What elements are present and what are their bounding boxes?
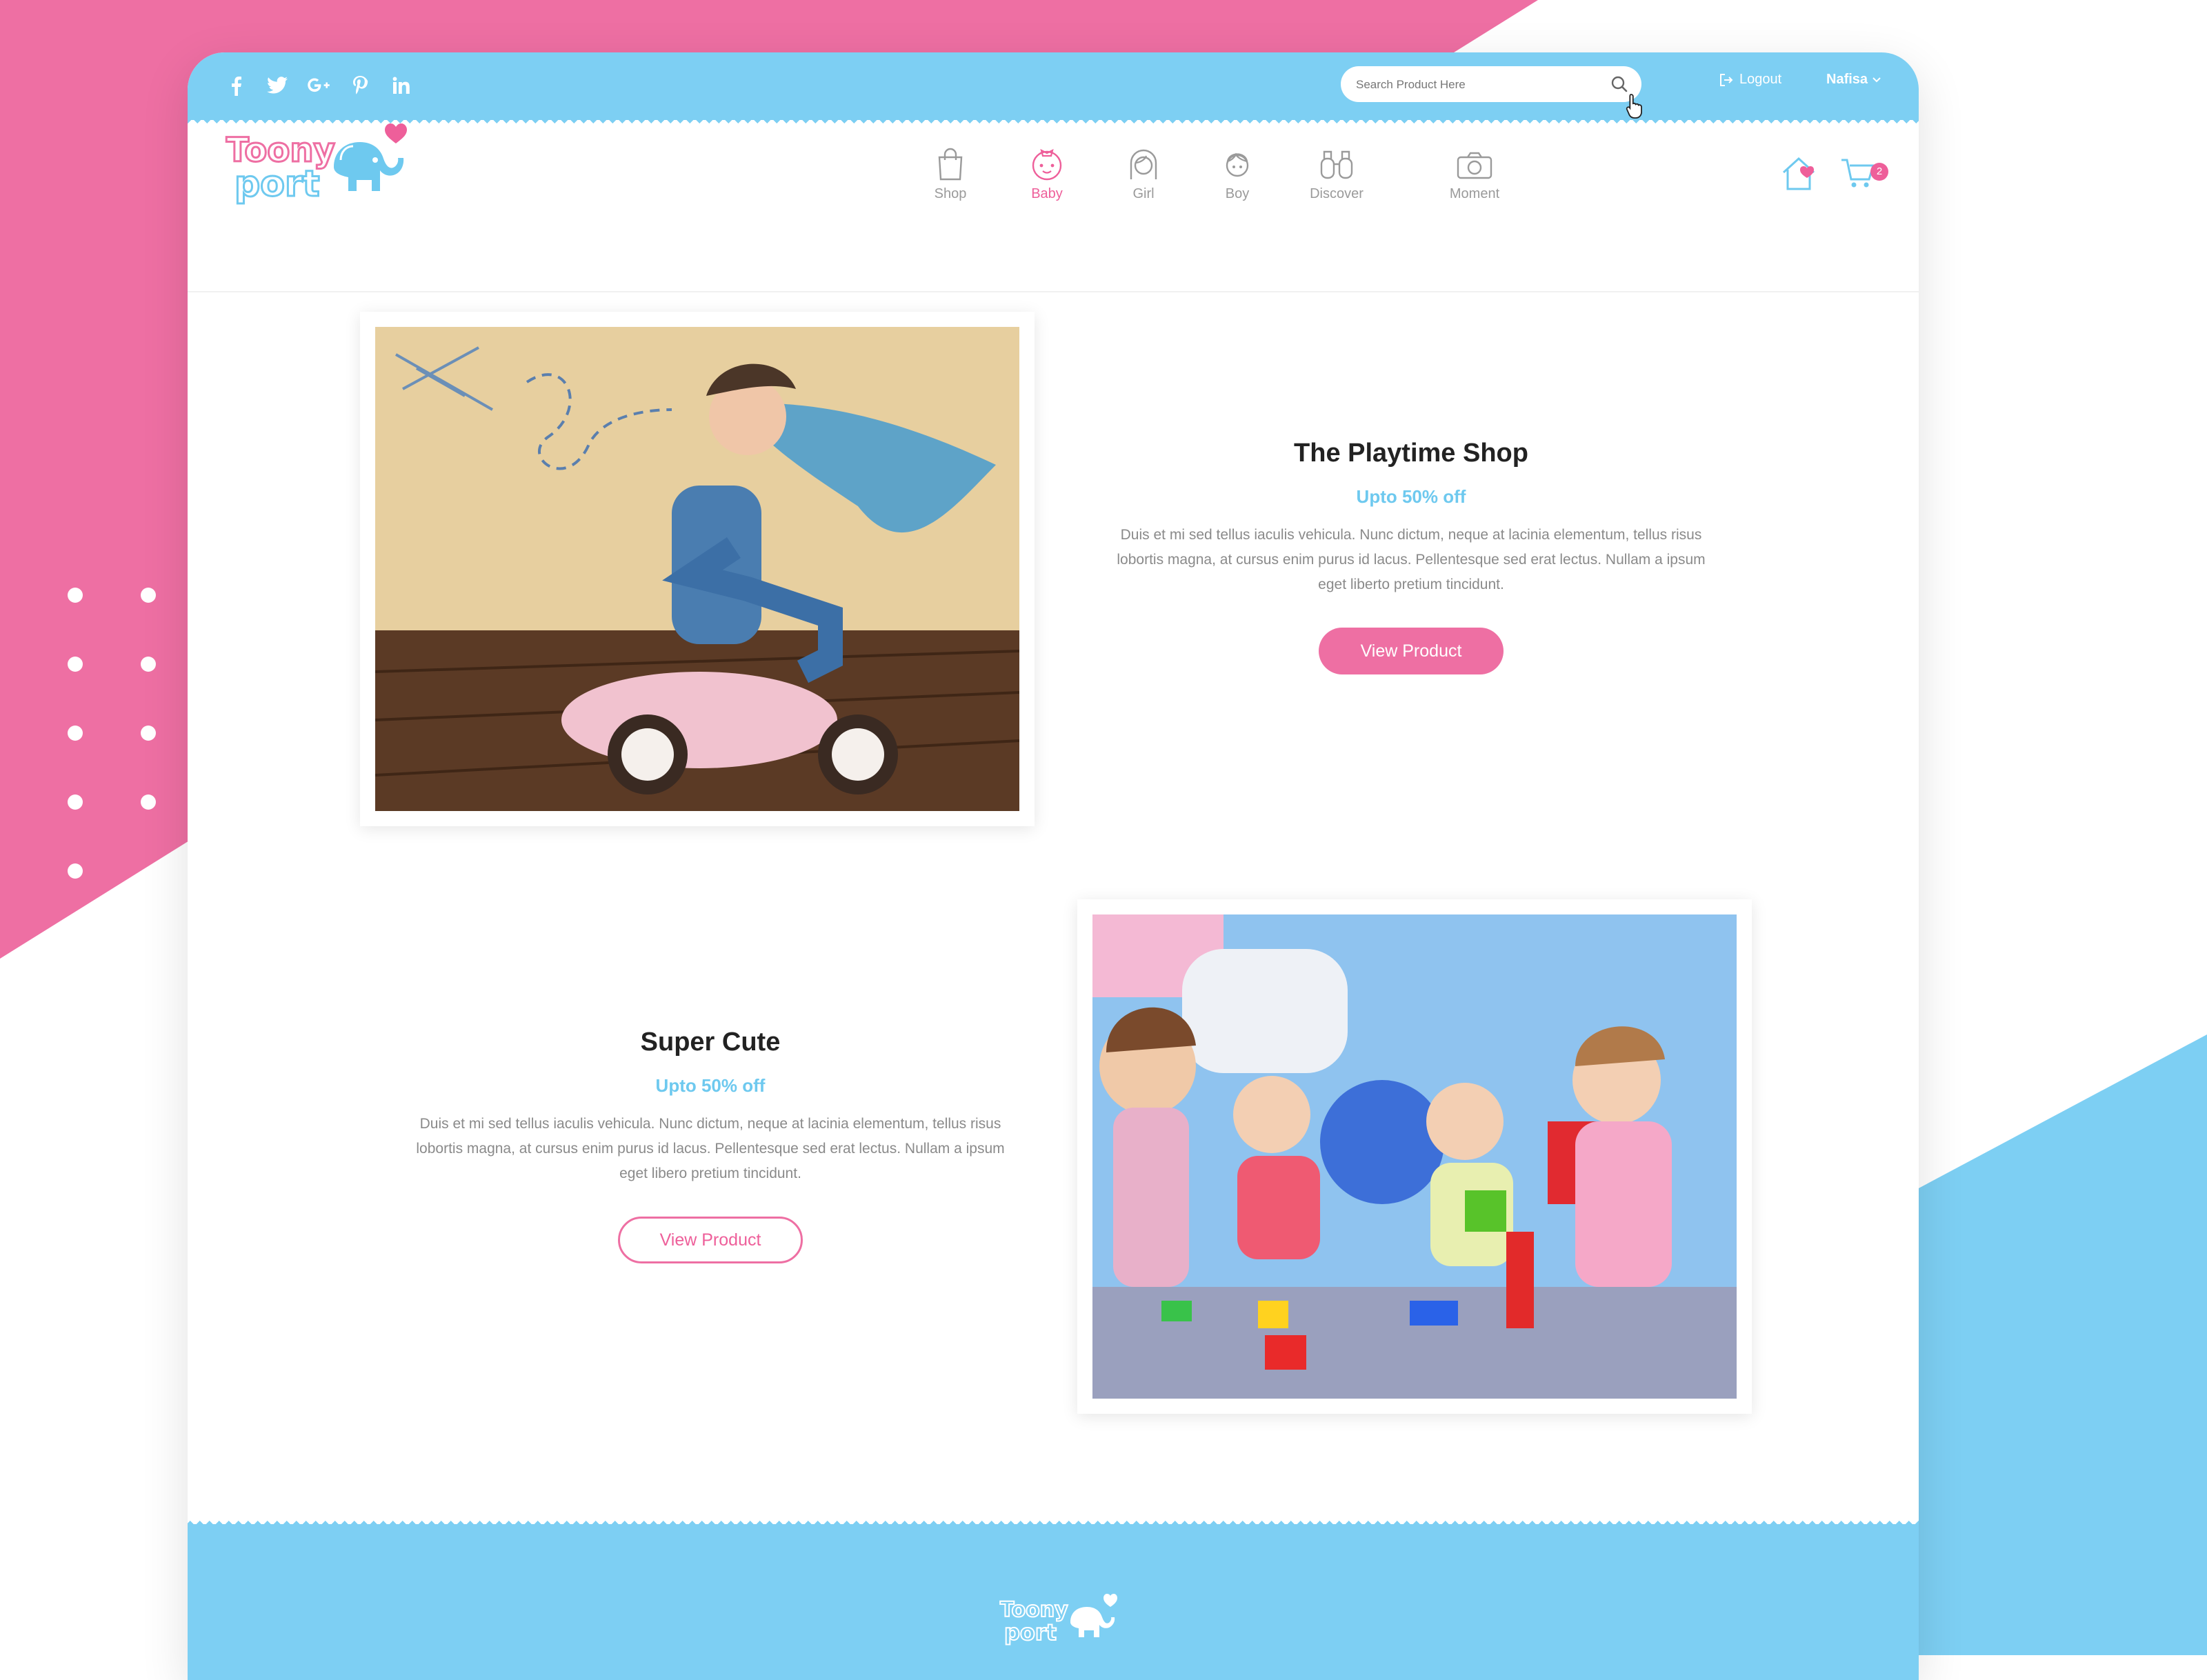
nav-label-discover: Discover bbox=[1310, 186, 1364, 201]
promo-playtime: The Playtime Shop Upto 50% off Duis et m… bbox=[1108, 439, 1715, 674]
promo-super-cute: Super Cute Upto 50% off Duis et mi sed t… bbox=[407, 1028, 1014, 1263]
elephant-icon bbox=[334, 142, 404, 191]
shopping-bag-icon bbox=[938, 148, 963, 181]
logout-label: Logout bbox=[1739, 72, 1782, 87]
google-plus-icon[interactable] bbox=[305, 70, 332, 101]
search-input[interactable] bbox=[1355, 66, 1603, 103]
promo-description: Duis et mi sed tellus iaculis vehicula. … bbox=[1117, 527, 1706, 592]
nav-label-moment: Moment bbox=[1449, 186, 1500, 201]
view-product-button[interactable]: View Product bbox=[1319, 628, 1504, 674]
promo-title: The Playtime Shop bbox=[1294, 439, 1528, 468]
super-cute-photo-frame bbox=[1077, 899, 1752, 1414]
logout-icon bbox=[1720, 73, 1733, 86]
website-card: Logout Nafisa Toony port Shop Baby bbox=[188, 52, 1919, 1680]
toonyport-logo[interactable]: Toony port bbox=[225, 119, 411, 211]
nav-label-boy: Boy bbox=[1225, 186, 1250, 201]
logout-link[interactable]: Logout bbox=[1719, 72, 1781, 88]
heart-icon bbox=[385, 123, 407, 143]
baby-face-icon bbox=[1032, 148, 1062, 181]
social-links bbox=[222, 70, 415, 101]
nav-item-baby[interactable]: Baby bbox=[999, 146, 1095, 202]
playtime-photo bbox=[375, 327, 1019, 811]
promo-discount: Upto 50% off bbox=[655, 1075, 766, 1096]
nav-item-girl[interactable]: Girl bbox=[1095, 146, 1192, 202]
chevron-down-icon bbox=[1873, 77, 1881, 82]
footer-toonyport-logo[interactable]: Toony port bbox=[999, 1590, 1120, 1648]
search-box bbox=[1341, 66, 1641, 103]
twitter-icon[interactable] bbox=[263, 70, 291, 101]
promo-description: Duis et mi sed tellus iaculis vehicula. … bbox=[416, 1116, 1005, 1181]
facebook-icon[interactable] bbox=[222, 70, 250, 101]
logo-word-port: port bbox=[234, 163, 319, 205]
wishlist-home-icon[interactable] bbox=[1779, 156, 1821, 195]
footer-elephant-icon bbox=[1070, 1607, 1115, 1637]
cart-count-badge: 2 bbox=[1870, 163, 1888, 181]
promo-title: Super Cute bbox=[640, 1028, 781, 1057]
camera-icon bbox=[1457, 152, 1492, 179]
user-name: Nafisa bbox=[1826, 72, 1868, 87]
binoculars-icon bbox=[1320, 150, 1353, 179]
pointer-cursor-icon bbox=[1625, 92, 1646, 120]
girl-face-icon bbox=[1130, 149, 1157, 179]
footer: Toony port bbox=[188, 1524, 1919, 1680]
boy-face-icon bbox=[1226, 152, 1249, 177]
super-cute-photo bbox=[1092, 914, 1737, 1399]
pinterest-icon[interactable] bbox=[346, 70, 374, 101]
nav-label-baby: Baby bbox=[1031, 186, 1063, 201]
nav-label-shop: Shop bbox=[934, 186, 967, 201]
nav-item-discover[interactable]: Discover bbox=[1288, 146, 1385, 202]
footer-logo-word-toony: Toony bbox=[1000, 1598, 1068, 1622]
nav-item-boy[interactable]: Boy bbox=[1189, 146, 1286, 202]
promo-discount: Upto 50% off bbox=[1356, 486, 1466, 507]
top-bar: Logout Nafisa bbox=[188, 52, 1919, 120]
linkedin-icon[interactable] bbox=[388, 70, 415, 101]
nav-item-shop[interactable]: Shop bbox=[902, 146, 999, 202]
footer-logo-word-port: port bbox=[1004, 1619, 1057, 1646]
view-product-button[interactable]: View Product bbox=[618, 1217, 803, 1263]
footer-heart-icon bbox=[1104, 1594, 1117, 1607]
playtime-photo-frame bbox=[360, 312, 1035, 826]
nav-label-girl: Girl bbox=[1132, 186, 1155, 201]
nav-item-moment[interactable]: Moment bbox=[1426, 146, 1523, 202]
user-menu[interactable]: Nafisa bbox=[1826, 72, 1881, 88]
